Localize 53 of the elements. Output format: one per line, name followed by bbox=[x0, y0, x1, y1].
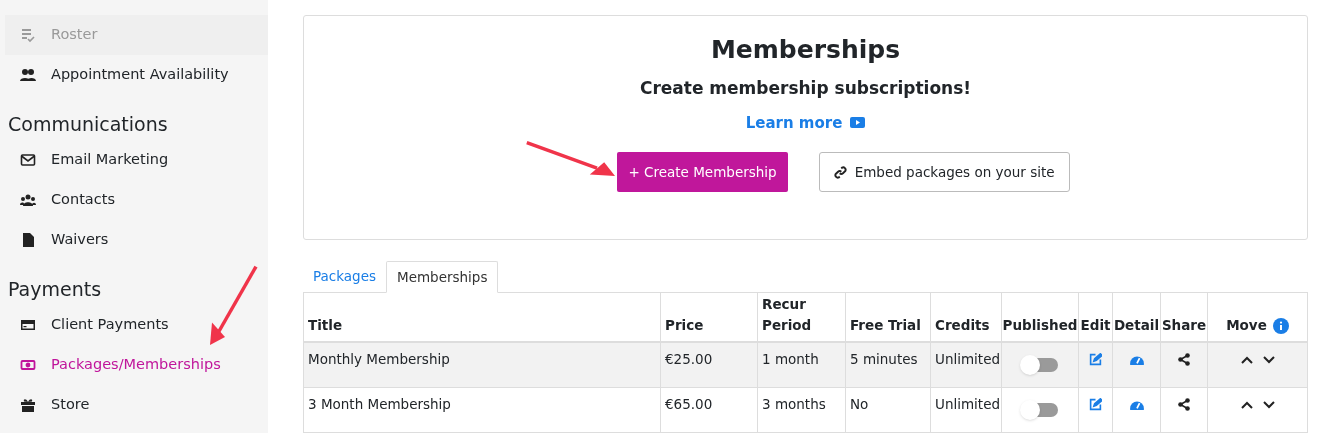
table-cell: Unlimited bbox=[935, 351, 1000, 367]
sidebar-item[interactable]: Contacts bbox=[5, 180, 268, 220]
sidebar-item[interactable]: Email Marketing bbox=[5, 140, 268, 180]
people-icon bbox=[20, 192, 36, 208]
section-heading: Communications bbox=[7, 112, 169, 137]
create-membership-button[interactable]: + Create Membership bbox=[617, 152, 788, 192]
tab[interactable]: Packages bbox=[303, 260, 386, 292]
table-cell: 3 Month Membership bbox=[308, 396, 451, 412]
column-header: Recur Period bbox=[762, 295, 813, 335]
people-icon bbox=[20, 67, 36, 83]
table-cell: €65.00 bbox=[665, 396, 713, 412]
column-header: Price bbox=[665, 316, 704, 335]
column-header: Move bbox=[1226, 316, 1267, 335]
sidebar-item[interactable]: Packages/Memberships bbox=[5, 345, 268, 385]
learn-more-link[interactable]: Learn more bbox=[745, 111, 866, 134]
info-icon bbox=[1272, 318, 1289, 334]
column-header: Published bbox=[1002, 316, 1078, 335]
column-header: Edit bbox=[1080, 316, 1111, 335]
gift-icon bbox=[20, 397, 36, 413]
share-icon[interactable] bbox=[1178, 353, 1190, 366]
file-icon bbox=[20, 232, 36, 248]
column-header: Title bbox=[308, 316, 343, 335]
sidebar-item[interactable]: Client Payments bbox=[5, 305, 268, 345]
sidebar-item[interactable]: Waivers bbox=[5, 220, 268, 260]
embed-packages-button[interactable]: Embed packages on your site bbox=[818, 152, 1070, 192]
column-header: Share bbox=[1161, 316, 1207, 335]
edit-icon[interactable] bbox=[1089, 353, 1102, 366]
column-header: Free Trial bbox=[850, 316, 921, 335]
table-cell: 5 minutes bbox=[850, 351, 918, 367]
published-toggle[interactable] bbox=[1022, 403, 1058, 417]
table-cell: €25.00 bbox=[665, 351, 713, 367]
column-header: Detail bbox=[1113, 316, 1160, 335]
video-icon bbox=[850, 117, 866, 129]
table-cell: 1 month bbox=[762, 351, 819, 367]
checklist-icon bbox=[20, 27, 36, 43]
sidebar-item[interactable]: Appointment Availability bbox=[5, 55, 268, 95]
sidebar-item[interactable]: Store bbox=[5, 385, 268, 425]
published-toggle[interactable] bbox=[1022, 358, 1058, 372]
share-icon[interactable] bbox=[1178, 398, 1190, 411]
column-header: Credits bbox=[935, 316, 990, 335]
tab[interactable]: Memberships bbox=[386, 261, 499, 293]
edit-icon[interactable] bbox=[1089, 398, 1102, 411]
mail-icon bbox=[20, 152, 36, 168]
money-icon bbox=[20, 357, 36, 373]
table-cell: Monthly Membership bbox=[308, 351, 450, 367]
subtitle: Create membership subscriptions! bbox=[639, 77, 972, 100]
table-cell: Unlimited bbox=[935, 396, 1000, 412]
credit-card-icon bbox=[20, 317, 36, 333]
table-cell: 3 months bbox=[762, 396, 826, 412]
page-title: Memberships bbox=[710, 34, 901, 66]
section-heading: Payments bbox=[7, 277, 103, 302]
table-cell: No bbox=[850, 396, 869, 412]
link-icon bbox=[833, 165, 847, 179]
